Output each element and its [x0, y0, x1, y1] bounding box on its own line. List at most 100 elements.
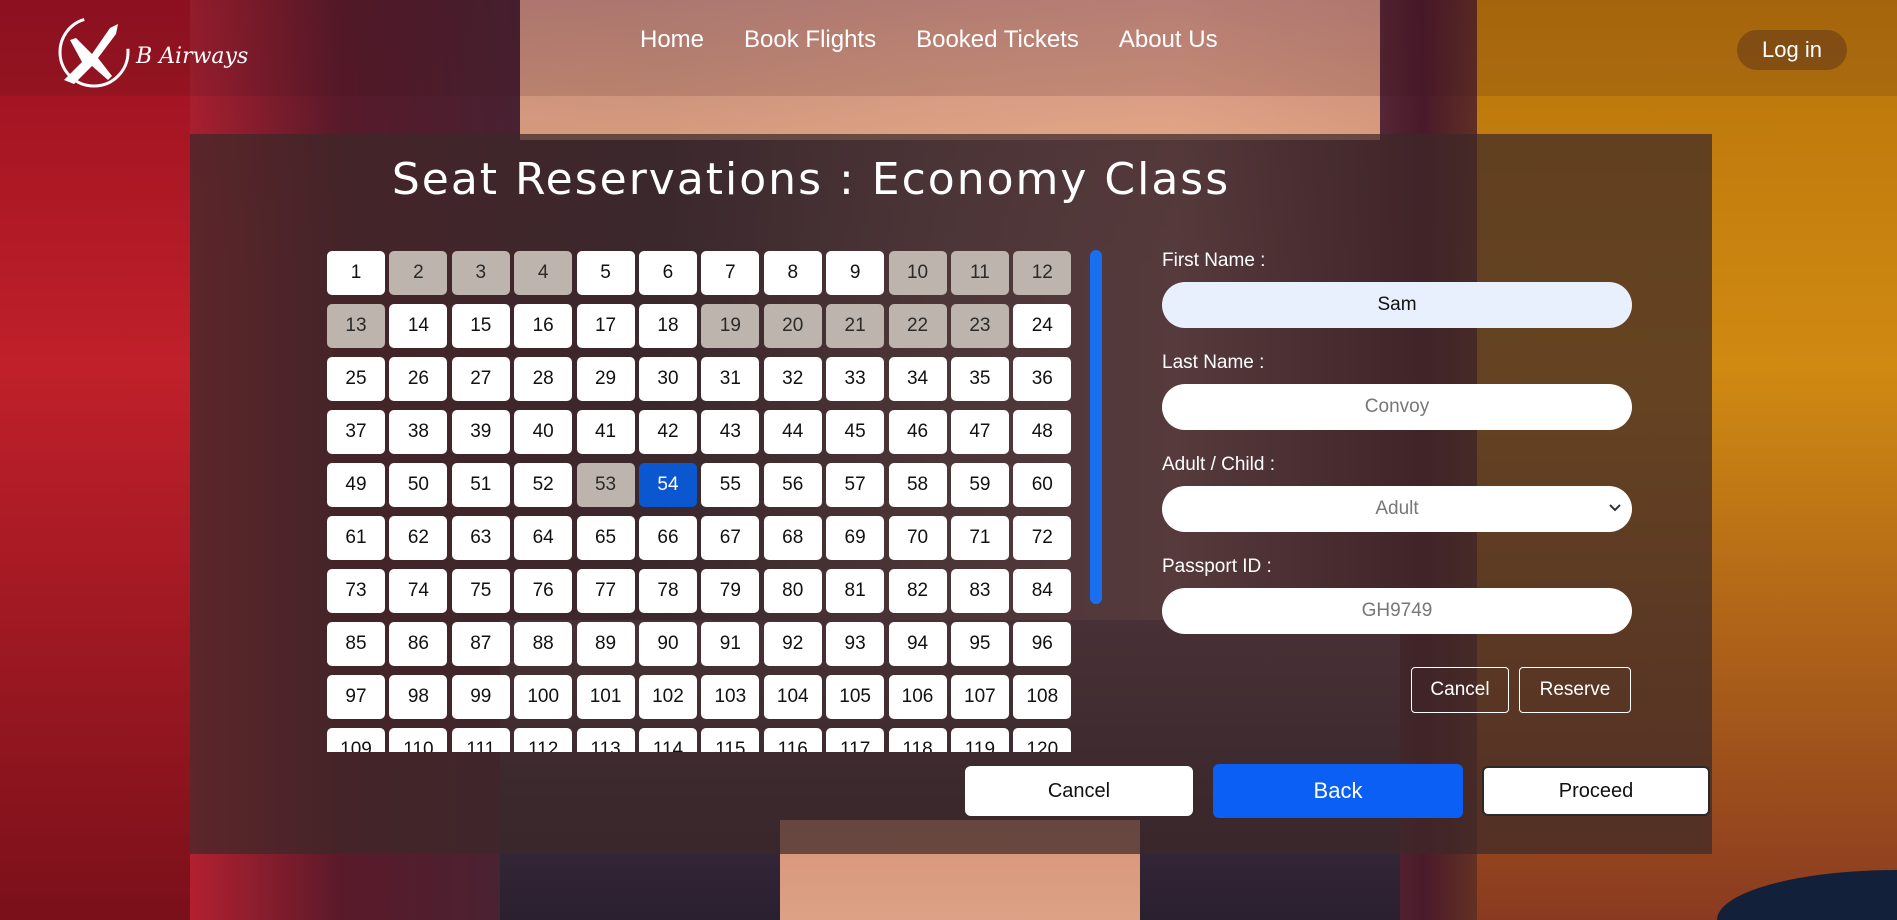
seat-48[interactable]: 48: [1013, 410, 1072, 454]
seat-92[interactable]: 92: [763, 622, 822, 666]
seat-14[interactable]: 14: [389, 304, 448, 348]
seat-118[interactable]: 118: [888, 728, 947, 752]
seat-104[interactable]: 104: [763, 675, 822, 719]
seat-101[interactable]: 101: [576, 675, 635, 719]
nav-about-us[interactable]: About Us: [1119, 26, 1218, 54]
seat-57[interactable]: 57: [826, 463, 885, 507]
seat-6[interactable]: 6: [638, 251, 697, 295]
seat-68[interactable]: 68: [763, 516, 822, 560]
passport-input[interactable]: GH9749: [1162, 588, 1632, 634]
seat-115[interactable]: 115: [701, 728, 760, 752]
seat-56[interactable]: 56: [763, 463, 822, 507]
seat-75[interactable]: 75: [451, 569, 510, 613]
seat-11[interactable]: 11: [950, 251, 1009, 295]
seat-100[interactable]: 100: [514, 675, 573, 719]
seat-40[interactable]: 40: [514, 410, 573, 454]
seat-88[interactable]: 88: [514, 622, 573, 666]
seat-53[interactable]: 53: [576, 463, 635, 507]
age-select[interactable]: Adult: [1162, 486, 1632, 532]
seat-45[interactable]: 45: [826, 410, 885, 454]
seat-114[interactable]: 114: [638, 728, 697, 752]
proceed-button[interactable]: Proceed: [1482, 766, 1710, 816]
seat-90[interactable]: 90: [638, 622, 697, 666]
seat-62[interactable]: 62: [389, 516, 448, 560]
seat-4[interactable]: 4: [514, 251, 573, 295]
seat-5[interactable]: 5: [576, 251, 635, 295]
seat-74[interactable]: 74: [389, 569, 448, 613]
seat-52[interactable]: 52: [514, 463, 573, 507]
seat-50[interactable]: 50: [389, 463, 448, 507]
seat-46[interactable]: 46: [888, 410, 947, 454]
seat-63[interactable]: 63: [451, 516, 510, 560]
form-cancel-button[interactable]: Cancel: [1411, 667, 1509, 713]
nav-booked-tickets[interactable]: Booked Tickets: [916, 26, 1079, 54]
seat-33[interactable]: 33: [826, 357, 885, 401]
seat-86[interactable]: 86: [389, 622, 448, 666]
seat-84[interactable]: 84: [1013, 569, 1072, 613]
seat-91[interactable]: 91: [701, 622, 760, 666]
seat-44[interactable]: 44: [763, 410, 822, 454]
seat-67[interactable]: 67: [701, 516, 760, 560]
seat-21[interactable]: 21: [826, 304, 885, 348]
seat-17[interactable]: 17: [576, 304, 635, 348]
seat-85[interactable]: 85: [327, 622, 385, 666]
seat-43[interactable]: 43: [701, 410, 760, 454]
seat-87[interactable]: 87: [451, 622, 510, 666]
seat-47[interactable]: 47: [950, 410, 1009, 454]
seat-113[interactable]: 113: [576, 728, 635, 752]
seat-20[interactable]: 20: [763, 304, 822, 348]
seat-105[interactable]: 105: [826, 675, 885, 719]
seat-18[interactable]: 18: [638, 304, 697, 348]
seat-2[interactable]: 2: [389, 251, 448, 295]
seat-59[interactable]: 59: [950, 463, 1009, 507]
seat-27[interactable]: 27: [451, 357, 510, 401]
seat-98[interactable]: 98: [389, 675, 448, 719]
seat-42[interactable]: 42: [638, 410, 697, 454]
seat-61[interactable]: 61: [327, 516, 385, 560]
seat-41[interactable]: 41: [576, 410, 635, 454]
seat-28[interactable]: 28: [514, 357, 573, 401]
seat-112[interactable]: 112: [514, 728, 573, 752]
seat-31[interactable]: 31: [701, 357, 760, 401]
seat-65[interactable]: 65: [576, 516, 635, 560]
logo[interactable]: B Airways: [52, 10, 248, 92]
seat-103[interactable]: 103: [701, 675, 760, 719]
seat-93[interactable]: 93: [826, 622, 885, 666]
seat-30[interactable]: 30: [638, 357, 697, 401]
seat-76[interactable]: 76: [514, 569, 573, 613]
seat-35[interactable]: 35: [950, 357, 1009, 401]
seat-29[interactable]: 29: [576, 357, 635, 401]
login-button[interactable]: Log in: [1737, 30, 1847, 70]
seat-51[interactable]: 51: [451, 463, 510, 507]
seat-58[interactable]: 58: [888, 463, 947, 507]
seat-7[interactable]: 7: [701, 251, 760, 295]
seat-32[interactable]: 32: [763, 357, 822, 401]
seat-66[interactable]: 66: [638, 516, 697, 560]
seat-77[interactable]: 77: [576, 569, 635, 613]
seat-116[interactable]: 116: [763, 728, 822, 752]
seat-108[interactable]: 108: [1013, 675, 1072, 719]
seat-102[interactable]: 102: [638, 675, 697, 719]
seat-37[interactable]: 37: [327, 410, 385, 454]
last-name-input[interactable]: Convoy: [1162, 384, 1632, 430]
seat-15[interactable]: 15: [451, 304, 510, 348]
back-button[interactable]: Back: [1213, 764, 1463, 818]
seat-26[interactable]: 26: [389, 357, 448, 401]
seat-60[interactable]: 60: [1013, 463, 1072, 507]
seat-3[interactable]: 3: [451, 251, 510, 295]
seat-13[interactable]: 13: [327, 304, 385, 348]
seat-69[interactable]: 69: [826, 516, 885, 560]
seat-36[interactable]: 36: [1013, 357, 1072, 401]
seat-25[interactable]: 25: [327, 357, 385, 401]
seat-22[interactable]: 22: [888, 304, 947, 348]
seat-16[interactable]: 16: [514, 304, 573, 348]
seat-12[interactable]: 12: [1013, 251, 1072, 295]
seat-120[interactable]: 120: [1013, 728, 1072, 752]
seat-8[interactable]: 8: [763, 251, 822, 295]
seat-54[interactable]: 54: [638, 463, 697, 507]
seat-71[interactable]: 71: [950, 516, 1009, 560]
seat-1[interactable]: 1: [327, 251, 385, 295]
reserve-button[interactable]: Reserve: [1519, 667, 1631, 713]
first-name-input[interactable]: Sam: [1162, 282, 1632, 328]
nav-book-flights[interactable]: Book Flights: [744, 26, 876, 54]
